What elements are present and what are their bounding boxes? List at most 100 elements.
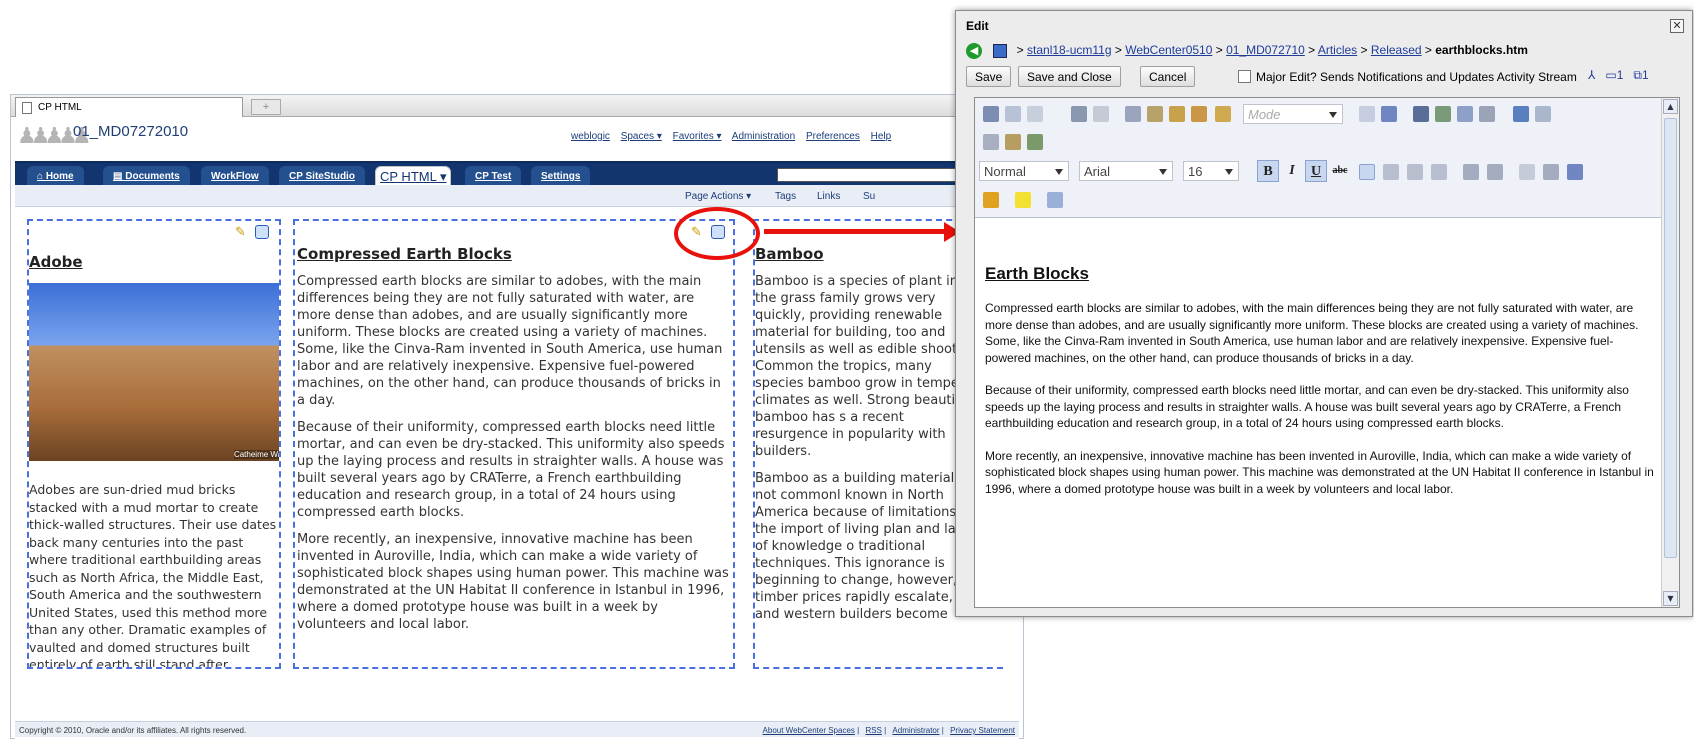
new-tab-button[interactable]: + xyxy=(251,99,281,115)
bold-icon[interactable]: B xyxy=(1257,160,1279,182)
adobe-church-image: Catheime Wanek xyxy=(29,283,279,461)
administration-link[interactable]: Administration xyxy=(732,131,795,142)
footer-links: About WebCenter Spaces | RSS | Administr… xyxy=(762,726,1015,735)
link-icon[interactable] xyxy=(983,134,999,150)
spaces-menu[interactable]: Spaces ▾ xyxy=(621,131,662,142)
cancel-button[interactable]: Cancel xyxy=(1140,66,1196,87)
insert-image-icon[interactable] xyxy=(1027,134,1043,150)
image-caption: Catheime Wanek xyxy=(233,450,279,459)
refresh-icon[interactable] xyxy=(255,225,269,239)
ordered-list-icon[interactable] xyxy=(1463,164,1479,180)
scroll-up-icon[interactable]: ▲ xyxy=(1663,99,1678,114)
people-logo-icon: ♟♟♟♟♟ xyxy=(17,123,92,148)
find-icon[interactable] xyxy=(1413,106,1429,122)
source-icon[interactable] xyxy=(1381,106,1397,122)
strikethrough-icon[interactable]: abc xyxy=(1329,160,1351,182)
links-icon[interactable]: ⧉ xyxy=(1633,68,1642,82)
breadcrumb-item[interactable]: stanl18-ucm11g xyxy=(1027,43,1112,57)
major-edit-label: Major Edit? Sends Notifications and Upda… xyxy=(1256,70,1577,84)
cut-icon[interactable] xyxy=(1125,106,1141,122)
comments-icon[interactable]: ▭ xyxy=(1605,68,1616,82)
image-icon[interactable] xyxy=(1435,106,1451,122)
size-select[interactable]: 16 xyxy=(1183,161,1239,181)
editor-content[interactable]: Earth Blocks Compressed earth blocks are… xyxy=(985,222,1655,602)
link-globe-icon[interactable] xyxy=(1513,106,1529,122)
table-icon[interactable] xyxy=(1457,106,1473,122)
editor-scrollbar[interactable]: ▲ ▼ xyxy=(1661,98,1679,607)
tags-link[interactable]: Tags xyxy=(775,191,796,202)
favorites-menu[interactable]: Favorites ▾ xyxy=(673,131,722,142)
global-links: weblogic Spaces ▾ Favorites ▾ Administra… xyxy=(571,131,899,142)
content-paragraph: More recently, an inexpensive, innovativ… xyxy=(985,448,1654,496)
style-select[interactable]: Normal xyxy=(979,161,1069,181)
subscribe-link[interactable]: Su xyxy=(863,191,875,202)
print-icon[interactable] xyxy=(983,106,999,122)
links-count: 1 xyxy=(1641,68,1649,82)
text-color-icon[interactable] xyxy=(983,192,999,208)
copy-icon[interactable] xyxy=(1147,106,1163,122)
breadcrumb-item[interactable]: Released xyxy=(1371,43,1422,57)
tab-settings[interactable]: Settings xyxy=(531,166,591,187)
about-link[interactable]: About WebCenter Spaces xyxy=(763,726,855,735)
unlink-icon[interactable] xyxy=(1005,134,1021,150)
align-left-icon[interactable] xyxy=(1359,164,1375,180)
help-link[interactable]: Help xyxy=(871,131,892,142)
back-icon[interactable]: ◀ xyxy=(966,43,982,59)
copyright: Copyright © 2010, Oracle and/or its affi… xyxy=(19,726,247,735)
spellcheck-icon[interactable] xyxy=(1027,106,1043,122)
unlink-globe-icon[interactable] xyxy=(1535,106,1551,122)
tab-cp-test[interactable]: CP Test xyxy=(465,166,522,187)
breadcrumb-item[interactable]: 01_MD072710 xyxy=(1226,43,1305,57)
horizontal-rule-icon[interactable] xyxy=(1479,106,1495,122)
browser-window: CP HTML + ♟♟♟♟♟ 01_MD07272010 weblogic S… xyxy=(10,94,1024,739)
align-right-icon[interactable] xyxy=(1407,164,1423,180)
paste-icon[interactable] xyxy=(1169,106,1185,122)
breadcrumb-item[interactable]: WebCenter0510 xyxy=(1125,43,1212,57)
eraser-icon[interactable] xyxy=(1047,192,1063,208)
edit-dialog: Edit ✕ ◀ > stanl18-ucm11g > WebCenter051… xyxy=(955,10,1693,617)
tab-documents[interactable]: ▤ Documents xyxy=(103,166,190,187)
administrator-link[interactable]: Administrator xyxy=(892,726,939,735)
article-paragraph: Compressed earth blocks are similar to a… xyxy=(297,274,723,408)
help-icon[interactable] xyxy=(1359,106,1375,122)
mode-select[interactable]: Mode xyxy=(1243,104,1343,124)
highlight-circle xyxy=(674,207,760,260)
rss-link[interactable]: RSS xyxy=(865,726,881,735)
page-actions-menu[interactable]: Page Actions ▾ xyxy=(685,191,751,202)
undo-icon[interactable] xyxy=(1071,106,1087,122)
privacy-link[interactable]: Privacy Statement xyxy=(950,726,1015,735)
tab-cp-sitestudio[interactable]: CP SiteStudio xyxy=(279,166,365,187)
save-button[interactable]: Save xyxy=(966,66,1012,87)
outdent-icon[interactable] xyxy=(1519,164,1535,180)
close-icon[interactable]: ✕ xyxy=(1670,19,1684,33)
save-and-close-button[interactable]: Save and Close xyxy=(1018,66,1121,87)
edit-pencil-icon[interactable]: ✎ xyxy=(235,225,247,240)
paste-text-icon[interactable] xyxy=(1191,106,1207,122)
major-edit-checkbox[interactable] xyxy=(1238,70,1251,83)
background-color-icon[interactable] xyxy=(1015,192,1031,208)
space-header: ♟♟♟♟♟ 01_MD07272010 weblogic Spaces ▾ Fa… xyxy=(11,117,1023,161)
browser-tab[interactable]: CP HTML xyxy=(15,97,243,117)
preview-icon[interactable] xyxy=(1005,106,1021,122)
italic-icon[interactable]: I xyxy=(1281,160,1303,182)
underline-icon[interactable]: U xyxy=(1305,160,1327,182)
indent-icon[interactable] xyxy=(1543,164,1559,180)
breadcrumb-item[interactable]: Articles xyxy=(1318,43,1357,57)
unordered-list-icon[interactable] xyxy=(1487,164,1503,180)
blockquote-icon[interactable] xyxy=(1567,164,1583,180)
links-link[interactable]: Links xyxy=(817,191,840,202)
comments-count: 1 xyxy=(1616,68,1624,82)
tab-home[interactable]: ⌂ Home xyxy=(27,166,84,187)
people-icon[interactable]: ⅄ xyxy=(1588,68,1595,82)
paste-word-icon[interactable] xyxy=(1215,106,1231,122)
tab-cp-html[interactable]: CP HTML ▾ xyxy=(375,166,452,186)
redo-icon[interactable] xyxy=(1093,106,1109,122)
tab-workflow[interactable]: WorkFlow xyxy=(201,166,269,187)
scroll-down-icon[interactable]: ▼ xyxy=(1663,591,1678,606)
font-select[interactable]: Arial xyxy=(1079,161,1173,181)
scroll-thumb[interactable] xyxy=(1664,118,1677,558)
user-link[interactable]: weblogic xyxy=(571,131,610,142)
align-center-icon[interactable] xyxy=(1383,164,1399,180)
preferences-link[interactable]: Preferences xyxy=(806,131,860,142)
justify-icon[interactable] xyxy=(1431,164,1447,180)
